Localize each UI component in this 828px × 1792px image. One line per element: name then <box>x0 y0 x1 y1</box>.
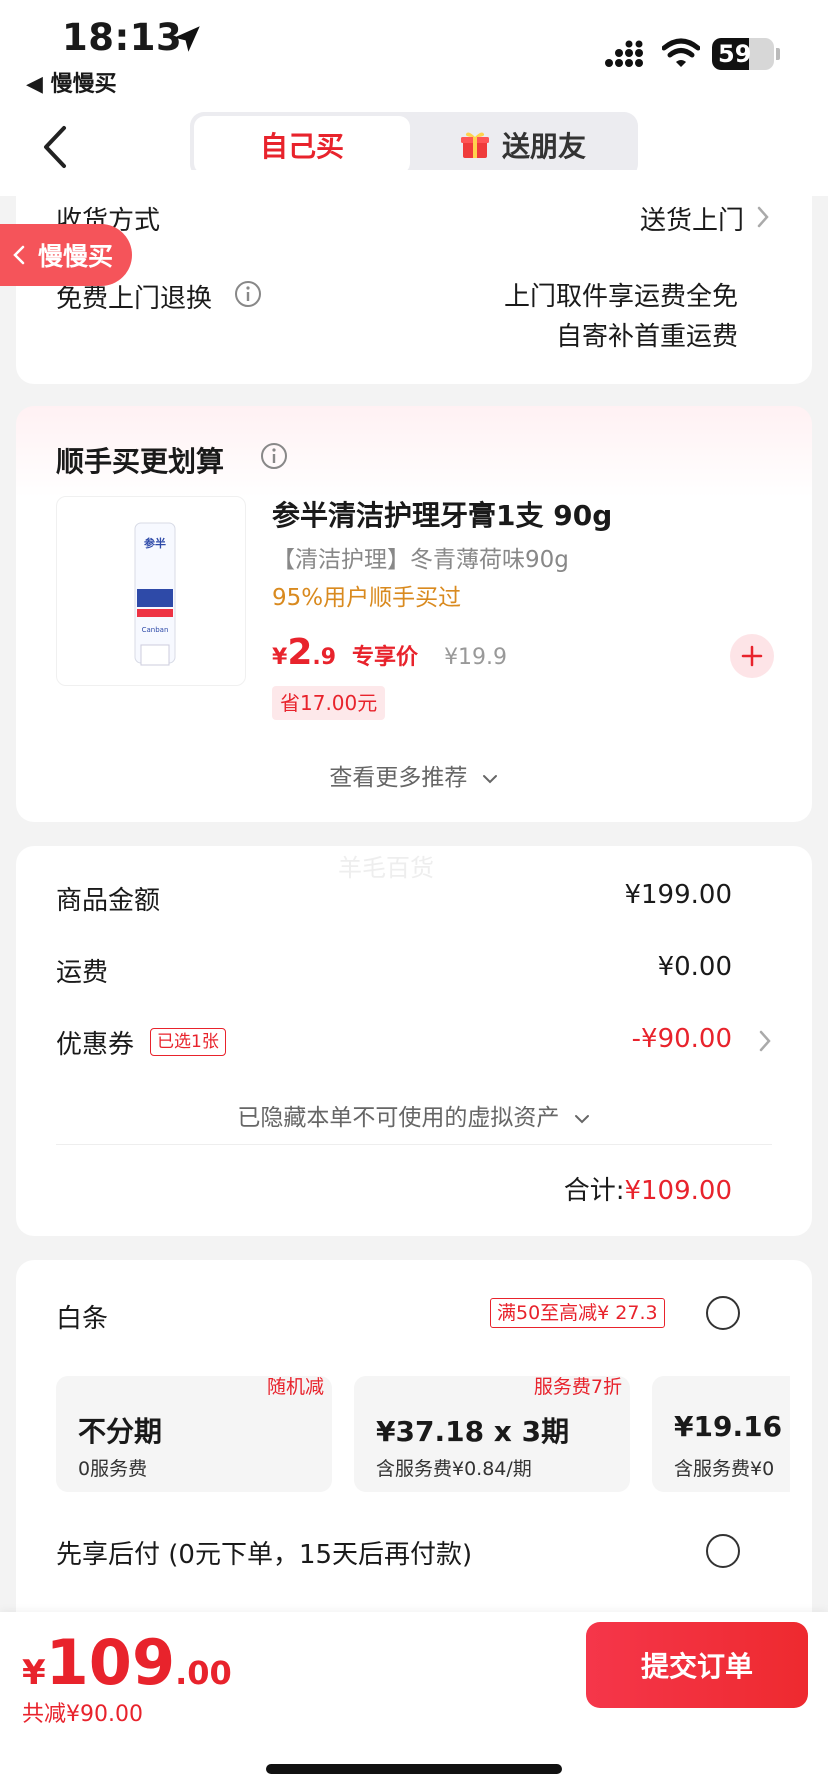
buy-mode-switch: 自己买 送朋友 <box>190 112 638 178</box>
free-return-value-1: 上门取件享运费全免 <box>503 282 738 312</box>
plus-icon <box>741 645 763 667</box>
price-yen: ¥ <box>272 645 288 670</box>
recommend-card: 顺手买更划算 参半 Canban 参半清洁护理牙膏1支 90g 【清洁护理】冬青… <box>16 406 812 822</box>
back-chevron-icon[interactable] <box>40 124 70 170</box>
payment-card: 白条 满50至高减¥ 27.3 随机减 不分期 0服务费 服务费7折 ¥37.1… <box>16 1260 812 1646</box>
tab-buy-self[interactable]: 自己买 <box>194 116 410 174</box>
plan-title: 不分期 <box>78 1415 163 1448</box>
float-back-tag[interactable]: 慢慢买 <box>0 224 132 286</box>
location-arrow-icon <box>174 26 200 52</box>
total-row: 合计:¥109.00 <box>564 1170 732 1207</box>
shipping-value: ¥0.00 <box>657 952 732 982</box>
plan-title: ¥19.16 x <box>674 1410 790 1443</box>
chevron-down-icon <box>574 1115 589 1124</box>
tab-send-friend[interactable]: 送朋友 <box>412 116 634 174</box>
price-tag: 专享价 <box>352 645 419 670</box>
tab-send-friend-label: 送朋友 <box>501 130 586 163</box>
baitiao-label: 白条 <box>56 1304 109 1334</box>
plan-tag: 随机减 <box>266 1376 324 1398</box>
battery-percent: 59 <box>718 40 752 68</box>
chevron-down-icon <box>482 775 497 784</box>
shipping-label: 运费 <box>56 958 109 988</box>
divider <box>56 1144 772 1145</box>
after-pay-label: 先享后付 (0元下单，15天后再付款) <box>56 1540 473 1570</box>
chevron-right-icon[interactable] <box>756 205 770 229</box>
status-bar: 18:13 ◀ 慢慢买 59 <box>0 0 828 98</box>
more-recommend-link[interactable]: 查看更多推荐 <box>16 758 812 792</box>
status-time: 18:13 <box>62 16 183 59</box>
chevron-left-icon <box>13 245 25 265</box>
float-back-tag-label: 慢慢买 <box>38 242 114 271</box>
order-summary-card: 羊毛百货 商品金额 ¥199.00 运费 ¥0.00 优惠券 已选1张 -¥90… <box>16 846 812 1236</box>
baitiao-radio[interactable] <box>706 1296 740 1330</box>
plan-option[interactable]: 随机减 不分期 0服务费 <box>56 1376 332 1492</box>
product-name[interactable]: 参半清洁护理牙膏1支 90g <box>272 494 612 534</box>
price-original: ¥19.9 <box>444 645 508 670</box>
info-icon[interactable] <box>234 280 262 308</box>
plan-fee: 含服务费¥0 <box>674 1458 775 1480</box>
coupon-label: 优惠券 <box>56 1030 135 1060</box>
delivery-method-value[interactable]: 送货上门 <box>640 200 744 237</box>
gift-icon <box>460 132 489 158</box>
wifi-icon <box>662 38 700 67</box>
goods-amount-value: ¥199.00 <box>624 880 732 910</box>
pay-int: 109 <box>45 1626 176 1699</box>
total-saved: 共减¥90.00 <box>22 1702 143 1727</box>
delivery-card: 收货方式 送货上门 免费上门退换 上门取件享运费全免 自寄补首重运费 <box>16 170 812 384</box>
plan-tag: 服务费7折 <box>533 1376 622 1398</box>
total-label: 合计: <box>563 1176 625 1206</box>
pay-yen: ¥ <box>22 1653 46 1693</box>
bottom-bar: ¥ 109 .00 共减¥90.00 提交订单 <box>0 1612 828 1792</box>
product-hint: 95%用户顺手买过 <box>272 585 462 611</box>
checkout-page: 18:13 ◀ 慢慢买 59 自己买 送朋友 收货方式 送货上门 免费上门退换 … <box>0 0 828 1792</box>
submit-order-label: 提交订单 <box>640 1650 753 1683</box>
chevron-right-icon[interactable] <box>758 1029 772 1053</box>
hidden-assets-label: 已隐藏本单不可使用的虚拟资产 <box>237 1105 560 1131</box>
goods-amount-label: 商品金额 <box>56 886 161 916</box>
tab-buy-self-label: 自己买 <box>259 130 344 163</box>
more-recommend-label: 查看更多推荐 <box>329 765 468 791</box>
plan-fee: 含服务费¥0.84/期 <box>376 1458 532 1480</box>
cellular-signal-icon <box>605 40 643 67</box>
product-image[interactable]: 参半 Canban <box>56 496 246 686</box>
plan-option[interactable]: 服务费7折 ¥37.18 x 3期 含服务费¥0.84/期 <box>354 1376 630 1492</box>
total-value: ¥109.00 <box>624 1176 732 1206</box>
hidden-assets-toggle[interactable]: 已隐藏本单不可使用的虚拟资产 <box>16 1098 812 1132</box>
installment-plans: 随机减 不分期 0服务费 服务费7折 ¥37.18 x 3期 含服务费¥0.84… <box>56 1376 790 1492</box>
add-to-order-button[interactable] <box>730 634 774 678</box>
toothpaste-image: 参半 Canban <box>134 522 176 666</box>
thumb-caption: Canban <box>142 626 169 634</box>
info-icon[interactable] <box>260 442 288 470</box>
home-indicator <box>266 1764 562 1774</box>
battery-cap <box>776 48 780 60</box>
product-price: ¥ 2 .9 专享价 ¥19.9 <box>272 632 507 673</box>
submit-order-button[interactable]: 提交订单 <box>586 1622 808 1708</box>
thumb-brand: 参半 <box>144 536 166 550</box>
product-spec: 【清洁护理】冬青薄荷味90g <box>272 547 569 573</box>
back-to-app-link[interactable]: ◀ 慢慢买 <box>26 66 117 98</box>
price-dec: .9 <box>312 645 337 670</box>
baitiao-promo-badge: 满50至高减¥ 27.3 <box>490 1298 665 1328</box>
after-pay-radio[interactable] <box>706 1534 740 1568</box>
free-return-value-2: 自寄补首重运费 <box>555 322 738 352</box>
plan-title: ¥37.18 x 3期 <box>376 1415 570 1448</box>
save-badge: 省17.00元 <box>272 686 386 720</box>
battery-icon: 59 <box>712 38 774 70</box>
plan-fee: 0服务费 <box>78 1458 148 1480</box>
price-int: 2 <box>287 632 313 673</box>
watermark: 羊毛百货 <box>338 854 434 882</box>
plan-option[interactable]: ¥19.16 x 含服务费¥0 <box>652 1376 790 1492</box>
pay-dec: .00 <box>175 1654 232 1692</box>
recommend-title: 顺手买更划算 <box>56 445 225 478</box>
pay-amount: ¥ 109 .00 <box>22 1626 232 1699</box>
coupon-count-badge: 已选1张 <box>150 1028 226 1056</box>
coupon-value[interactable]: -¥90.00 <box>632 1024 732 1054</box>
